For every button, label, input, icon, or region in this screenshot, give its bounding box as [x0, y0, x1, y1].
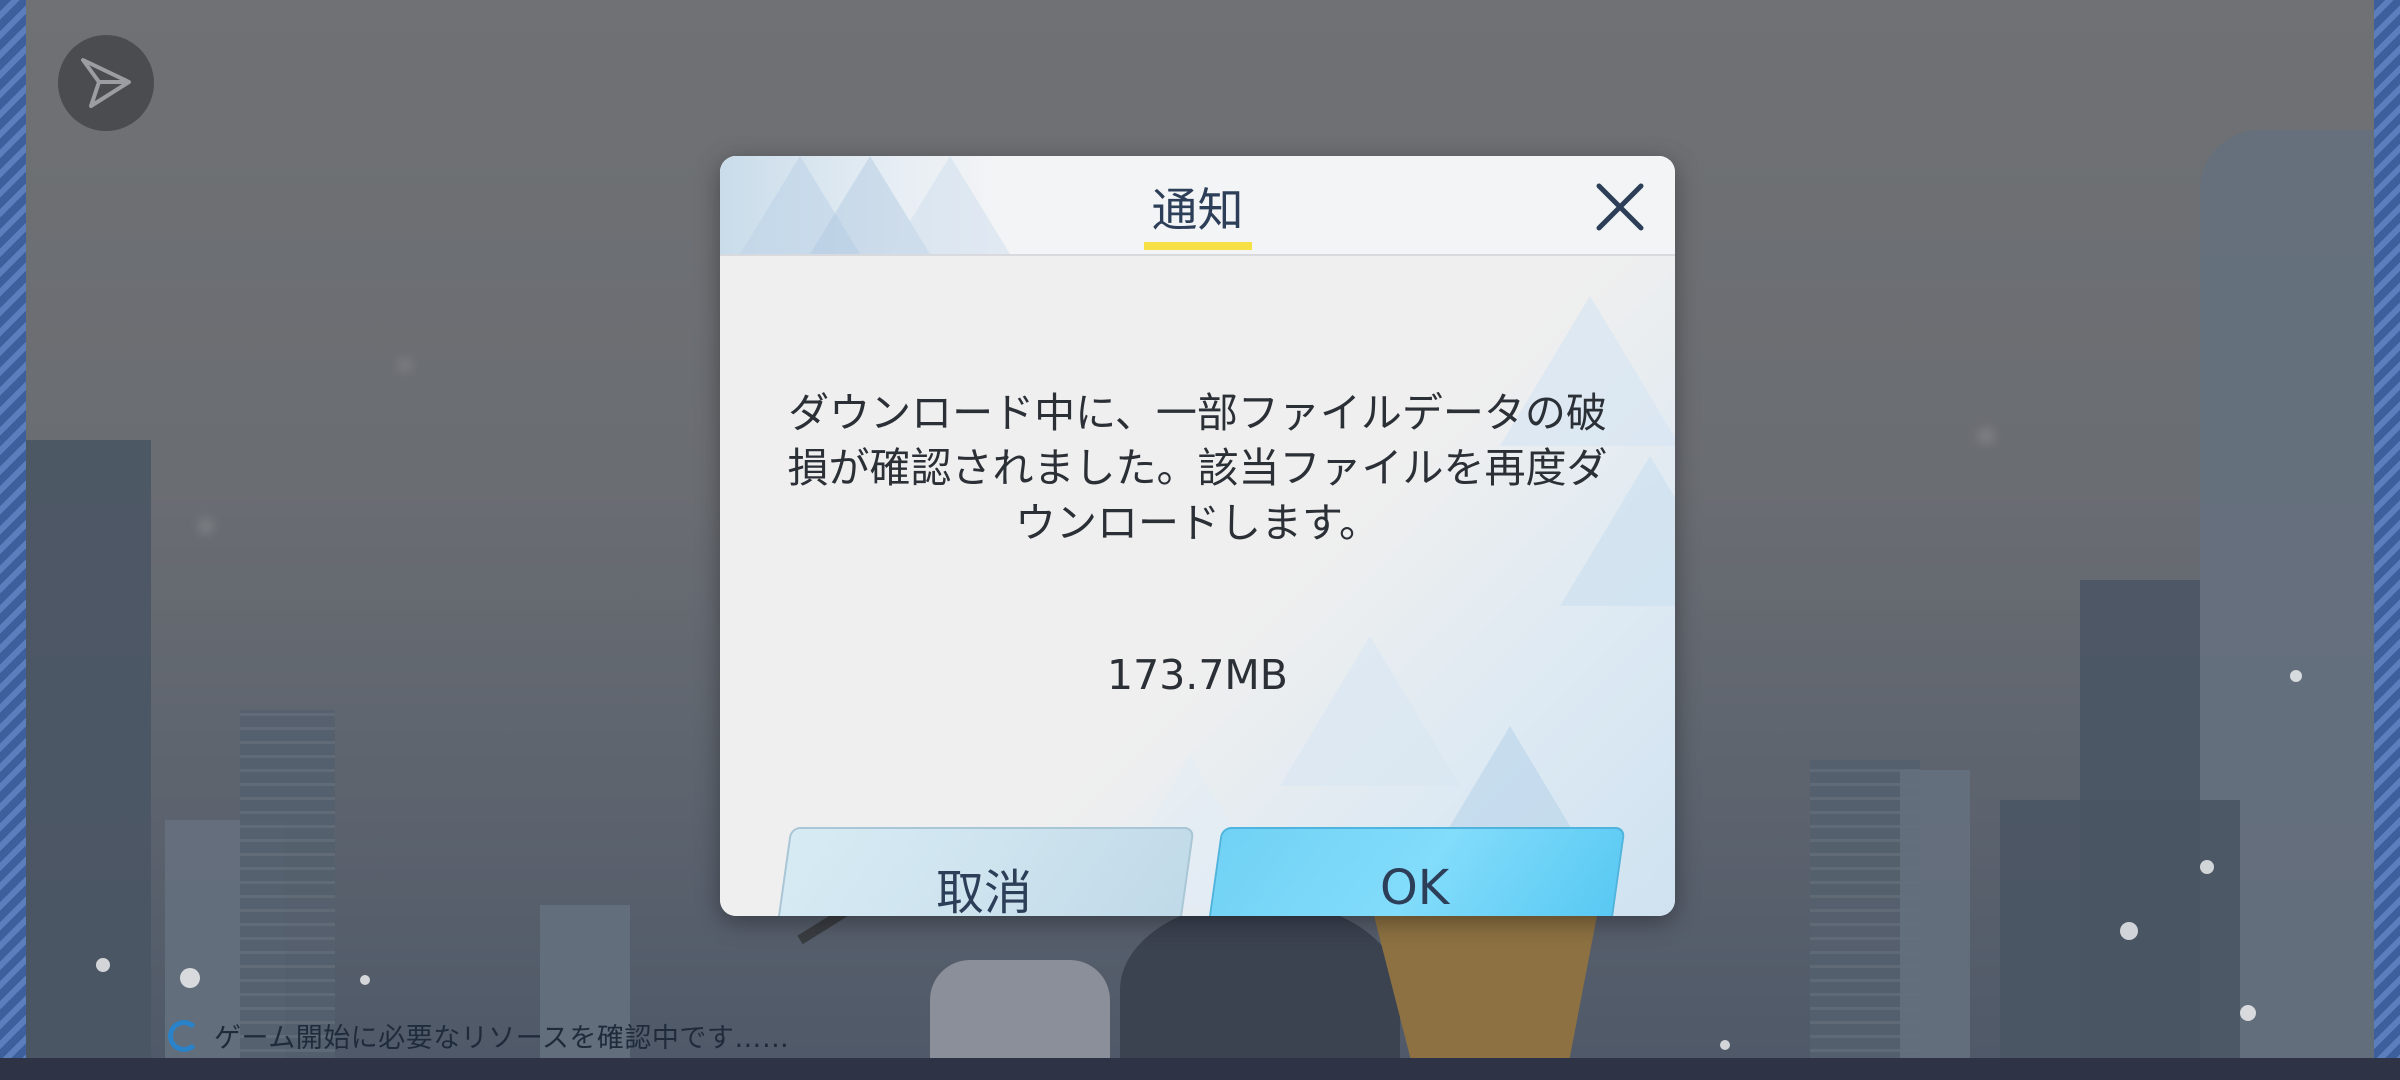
ok-button[interactable]: OK: [1204, 827, 1626, 916]
loading-status: ゲーム開始に必要なリソースを確認中です……: [168, 1016, 789, 1055]
game-screen: 通知 ダウンロード中に、一部ファイルデータの破損が確認されました。該当ファイルを…: [0, 0, 2400, 1080]
download-size: 173.7MB: [1107, 651, 1288, 699]
loading-spinner-icon: [168, 1019, 200, 1052]
close-icon: [1596, 183, 1644, 231]
title-underline: [1144, 242, 1252, 250]
left-border-stripe: [0, 0, 26, 1080]
ok-button-label: OK: [1380, 860, 1450, 916]
share-button[interactable]: [58, 35, 154, 131]
dialog-header: 通知: [720, 156, 1675, 256]
dialog-body: ダウンロード中に、一部ファイルデータの破損が確認されました。該当ファイルを再度ダ…: [720, 256, 1675, 916]
send-arrow-icon: [81, 58, 131, 108]
dialog-message: ダウンロード中に、一部ファイルデータの破損が確認されました。該当ファイルを再度ダ…: [787, 389, 1608, 547]
status-text: ゲーム開始に必要なリソースを確認中です……: [214, 1023, 790, 1054]
notice-dialog: 通知 ダウンロード中に、一部ファイルデータの破損が確認されました。該当ファイルを…: [720, 156, 1675, 916]
dialog-title: 通知: [1151, 183, 1244, 237]
cancel-button[interactable]: 取消: [773, 827, 1195, 916]
bottom-bar: [0, 1058, 2400, 1080]
cancel-button-label: 取消: [935, 865, 1032, 916]
right-border-stripe: [2374, 0, 2400, 1080]
close-button[interactable]: [1593, 180, 1647, 234]
